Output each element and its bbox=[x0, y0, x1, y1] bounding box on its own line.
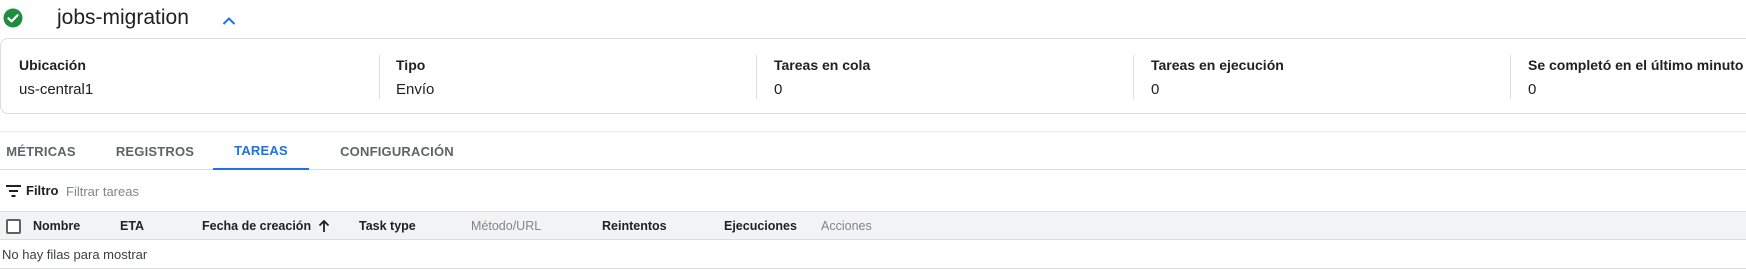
info-completed: Se completó en el último minuto 0 bbox=[1510, 39, 1746, 113]
column-header-reintentos[interactable]: Reintentos bbox=[602, 219, 667, 233]
info-location-value: us-central1 bbox=[19, 81, 94, 98]
column-header-task-type[interactable]: Task type bbox=[359, 219, 416, 233]
column-header-fecha-creacion-label: Fecha de creación bbox=[202, 219, 312, 233]
info-completed-label: Se completó en el último minuto bbox=[1528, 57, 1744, 73]
info-type-label: Tipo bbox=[396, 57, 426, 73]
column-header-metodo-url: Método/URL bbox=[471, 219, 542, 233]
column-header-acciones: Acciones bbox=[821, 219, 872, 233]
tab-bar: MÉTRICAS REGISTROS TAREAS CONFIGURACIÓN bbox=[0, 131, 1746, 170]
info-queued: Tareas en cola 0 bbox=[756, 39, 1134, 113]
column-header-nombre[interactable]: Nombre bbox=[33, 219, 80, 233]
info-completed-value: 0 bbox=[1528, 81, 1537, 98]
info-completed-label-row: Se completó en el último minuto bbox=[1528, 57, 1746, 73]
filter-label[interactable]: Filtro bbox=[26, 183, 59, 198]
info-queued-value: 0 bbox=[774, 81, 783, 98]
chevron-up-icon[interactable] bbox=[220, 12, 238, 30]
tab-registros[interactable]: REGISTROS bbox=[105, 132, 205, 170]
column-header-ejecuciones[interactable]: Ejecuciones bbox=[724, 219, 797, 233]
tab-configuracion[interactable]: CONFIGURACIÓN bbox=[327, 132, 467, 170]
tab-tareas[interactable]: TAREAS bbox=[213, 132, 309, 170]
info-location: Ubicación us-central1 bbox=[1, 39, 379, 113]
filter-bar: Filtro bbox=[0, 171, 1746, 211]
info-running-value: 0 bbox=[1151, 81, 1160, 98]
arrow-upward-icon[interactable] bbox=[317, 219, 331, 233]
filter-input[interactable] bbox=[66, 179, 466, 203]
column-header-eta[interactable]: ETA bbox=[120, 219, 144, 233]
queue-details-card: Ubicación us-central1 Tipo Envío Tareas … bbox=[0, 38, 1746, 114]
table-empty-row: No hay filas para mostrar bbox=[0, 240, 1746, 269]
empty-table-message: No hay filas para mostrar bbox=[2, 247, 148, 262]
table-header-row: Nombre ETA Fecha de creación Task type M… bbox=[0, 211, 1746, 240]
info-running-label: Tareas en ejecución bbox=[1151, 57, 1284, 73]
tab-metricas[interactable]: MÉTRICAS bbox=[0, 132, 82, 170]
filter-icon[interactable] bbox=[6, 184, 22, 198]
info-queued-label: Tareas en cola bbox=[774, 57, 871, 73]
queue-header: jobs-migration bbox=[0, 0, 1746, 38]
column-header-fecha-creacion[interactable]: Fecha de creación bbox=[202, 219, 331, 233]
info-type-value: Envío bbox=[396, 81, 435, 98]
check-circle-icon bbox=[3, 8, 23, 28]
info-location-label: Ubicación bbox=[19, 57, 86, 73]
info-running: Tareas en ejecución 0 bbox=[1133, 39, 1511, 113]
page-title: jobs-migration bbox=[57, 6, 189, 29]
select-all-checkbox[interactable] bbox=[6, 219, 21, 234]
info-type: Tipo Envío bbox=[378, 39, 756, 113]
